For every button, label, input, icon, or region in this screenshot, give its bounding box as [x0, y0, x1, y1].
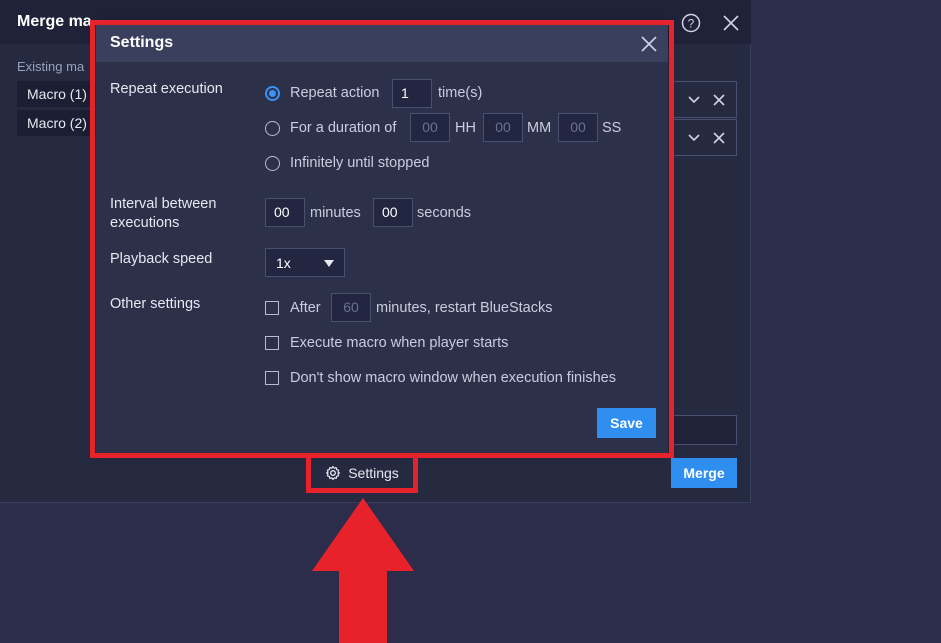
- close-icon[interactable]: [721, 13, 741, 33]
- macro-item[interactable]: Macro (2): [17, 110, 97, 136]
- macro-name-input[interactable]: [670, 415, 737, 445]
- window-title: Merge ma: [17, 13, 92, 30]
- remove-icon[interactable]: [712, 93, 726, 107]
- annotation-arrow-icon: [312, 498, 414, 643]
- macro-item[interactable]: Macro (1): [17, 81, 97, 107]
- annotation-highlight-settings: [306, 453, 418, 493]
- svg-text:?: ?: [688, 17, 695, 31]
- chevron-down-icon[interactable]: [687, 93, 701, 107]
- chevron-down-icon[interactable]: [687, 131, 701, 145]
- merge-list-row: [670, 81, 737, 118]
- annotation-highlight-dialog: [90, 20, 674, 458]
- merge-button[interactable]: Merge: [671, 458, 737, 488]
- remove-icon[interactable]: [712, 131, 726, 145]
- existing-macros-label: Existing ma: [17, 59, 85, 74]
- merge-list-row: [670, 119, 737, 156]
- help-icon[interactable]: ?: [681, 13, 701, 33]
